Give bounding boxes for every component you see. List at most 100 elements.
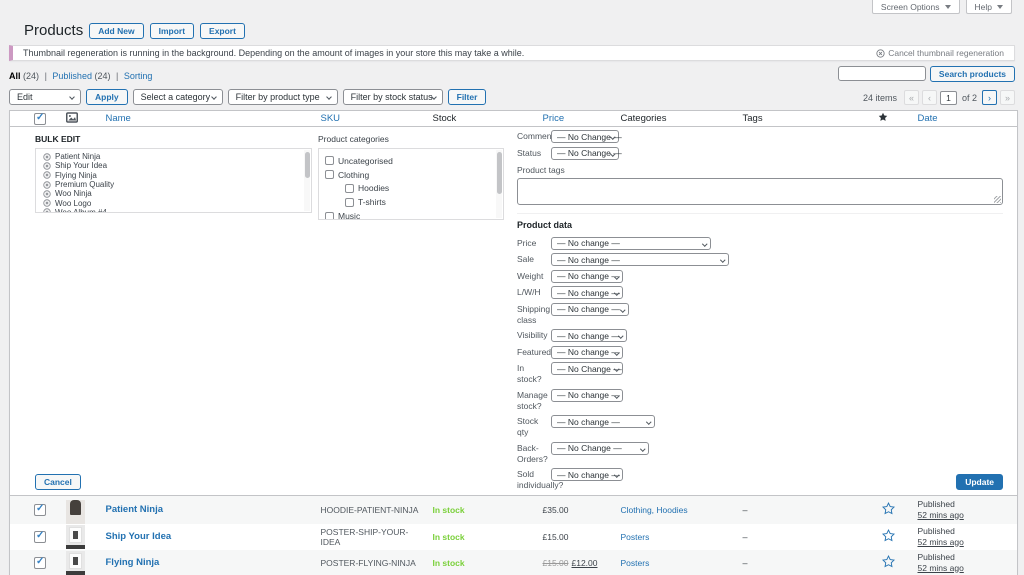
backorders-value: — No Change — (557, 443, 622, 453)
sale-select[interactable]: — No change — (551, 253, 729, 266)
table-header-row: Name SKU Stock Price Categories Tags Dat… (10, 111, 1018, 127)
price-select[interactable]: — No change — (551, 237, 711, 250)
help-button[interactable]: Help (966, 0, 1012, 14)
category-label: Clothing (338, 170, 369, 180)
row-checkbox[interactable] (34, 504, 46, 516)
update-button[interactable]: Update (956, 474, 1003, 490)
row-checkbox[interactable] (34, 557, 46, 569)
filter-button[interactable]: Filter (448, 89, 487, 105)
export-button[interactable]: Export (200, 23, 245, 39)
scrollbar-thumb[interactable] (497, 152, 502, 194)
sold-individually-select[interactable]: — No change — (551, 468, 623, 481)
featured-star-button[interactable] (882, 502, 895, 515)
visibility-select[interactable]: — No change — (551, 329, 627, 342)
stock-qty-select[interactable]: — No change — (551, 415, 655, 428)
backorders-select[interactable]: — No Change — (551, 442, 649, 455)
last-page-button[interactable]: » (1000, 90, 1015, 105)
column-header-categories: Categories (617, 111, 739, 127)
price-value: — No change — (557, 238, 620, 248)
column-header-sku[interactable]: SKU (317, 111, 429, 127)
remove-product-icon[interactable] (43, 199, 51, 207)
product-tags-input[interactable] (517, 178, 1003, 205)
apply-button[interactable]: Apply (86, 89, 128, 105)
cancel-button[interactable]: Cancel (35, 474, 81, 490)
category-checkbox[interactable] (325, 156, 334, 165)
manage-stock-value: — No change — (557, 390, 620, 400)
scrollbar-thumb[interactable] (305, 152, 310, 178)
row-checkbox[interactable] (34, 531, 46, 543)
remove-product-icon[interactable] (43, 181, 51, 189)
star-filled-icon (878, 112, 888, 122)
in-stock-select[interactable]: — No Change — (551, 362, 623, 375)
total-pages-label: of 2 (962, 93, 977, 103)
stock-status-filter-select[interactable]: Filter by stock status (343, 89, 443, 105)
products-table: Name SKU Stock Price Categories Tags Dat… (9, 110, 1018, 575)
product-categories-link[interactable]: Clothing, Hoodies (621, 505, 688, 515)
view-all-link[interactable]: All (9, 71, 21, 81)
next-page-button[interactable]: › (982, 90, 997, 105)
shipping-class-select[interactable]: — No change — (551, 303, 629, 316)
featured-star-button[interactable] (882, 529, 895, 542)
category-checkbox[interactable] (325, 170, 334, 179)
product-categories-link[interactable]: Posters (621, 532, 650, 542)
remove-product-icon[interactable] (43, 171, 51, 179)
lwh-select[interactable]: — No change — (551, 286, 623, 299)
column-header-price[interactable]: Price (539, 111, 617, 127)
category-checkbox[interactable] (345, 184, 354, 193)
current-page-input[interactable] (940, 91, 957, 105)
first-page-button[interactable]: « (904, 90, 919, 105)
dismiss-label: Cancel thumbnail regeneration (888, 48, 1004, 58)
sold-individually-label: Soldindividually? (517, 468, 551, 491)
bulk-edit-product-list: Patient Ninja Ship Your Idea Flying Ninj… (35, 148, 312, 213)
chevron-down-icon (945, 5, 951, 9)
category-label: T-shirts (358, 197, 386, 207)
column-header-tags: Tags (739, 111, 874, 127)
bulk-actions: Edit Apply Select a category Filter by p… (9, 88, 486, 105)
column-header-date[interactable]: Date (914, 111, 1018, 127)
category-checkbox[interactable] (345, 198, 354, 207)
manage-stock-select[interactable]: — No change — (551, 389, 623, 402)
product-thumbnail[interactable] (66, 551, 85, 575)
column-header-name[interactable]: Name (102, 111, 317, 127)
publish-status: Published (918, 499, 1014, 510)
product-type-filter-select[interactable]: Filter by product type (228, 89, 338, 105)
product-tags-label: Product tags (517, 165, 1003, 175)
cancel-thumbnail-regeneration-link[interactable]: Cancel thumbnail regeneration (876, 48, 1004, 58)
featured-star-button[interactable] (882, 555, 895, 568)
remove-product-icon[interactable] (43, 162, 51, 170)
category-checkbox[interactable] (325, 212, 334, 220)
separator: | (45, 71, 47, 81)
featured-select[interactable]: — No change — (551, 346, 623, 359)
category-item: T-shirts (325, 195, 491, 209)
search-products-button[interactable]: Search products (930, 66, 1015, 82)
remove-product-icon[interactable] (43, 153, 51, 161)
product-categories-link[interactable]: Posters (621, 558, 650, 568)
product-categories-list: Uncategorised Clothing Hoodies (318, 148, 504, 220)
weight-select[interactable]: — No change — (551, 270, 623, 283)
screen-options-button[interactable]: Screen Options (872, 0, 960, 14)
import-button[interactable]: Import (150, 23, 194, 39)
select-all-checkbox[interactable] (34, 113, 46, 125)
view-published-link[interactable]: Published (52, 71, 92, 81)
prev-page-button[interactable]: ‹ (922, 90, 937, 105)
table-row: Patient Ninja HOODIE-PATIENT-NINJA In st… (10, 495, 1018, 524)
bulk-product-name: Flying Ninja (55, 171, 97, 180)
product-name-link[interactable]: Flying Ninja (106, 557, 160, 568)
comments-label: Comments (517, 130, 551, 142)
remove-product-icon[interactable] (43, 190, 51, 198)
view-sorting-link[interactable]: Sorting (124, 71, 153, 81)
stock-status: In stock (433, 505, 465, 515)
manage-stock-label: Managestock? (517, 389, 551, 412)
search-input[interactable] (838, 66, 926, 81)
status-select[interactable]: — No Change — (551, 147, 619, 160)
remove-product-icon[interactable] (43, 208, 51, 213)
product-thumbnail[interactable] (66, 525, 85, 549)
bulk-actions-select[interactable]: Edit (9, 89, 81, 105)
product-name-link[interactable]: Patient Ninja (106, 504, 164, 515)
add-new-button[interactable]: Add New (89, 23, 143, 39)
comments-select[interactable]: — No Change — (551, 130, 619, 143)
bulk-product-item: Woo Album #4 (43, 208, 299, 213)
category-filter-select[interactable]: Select a category (133, 89, 223, 105)
product-name-link[interactable]: Ship Your Idea (106, 531, 172, 542)
product-thumbnail[interactable] (66, 500, 85, 524)
